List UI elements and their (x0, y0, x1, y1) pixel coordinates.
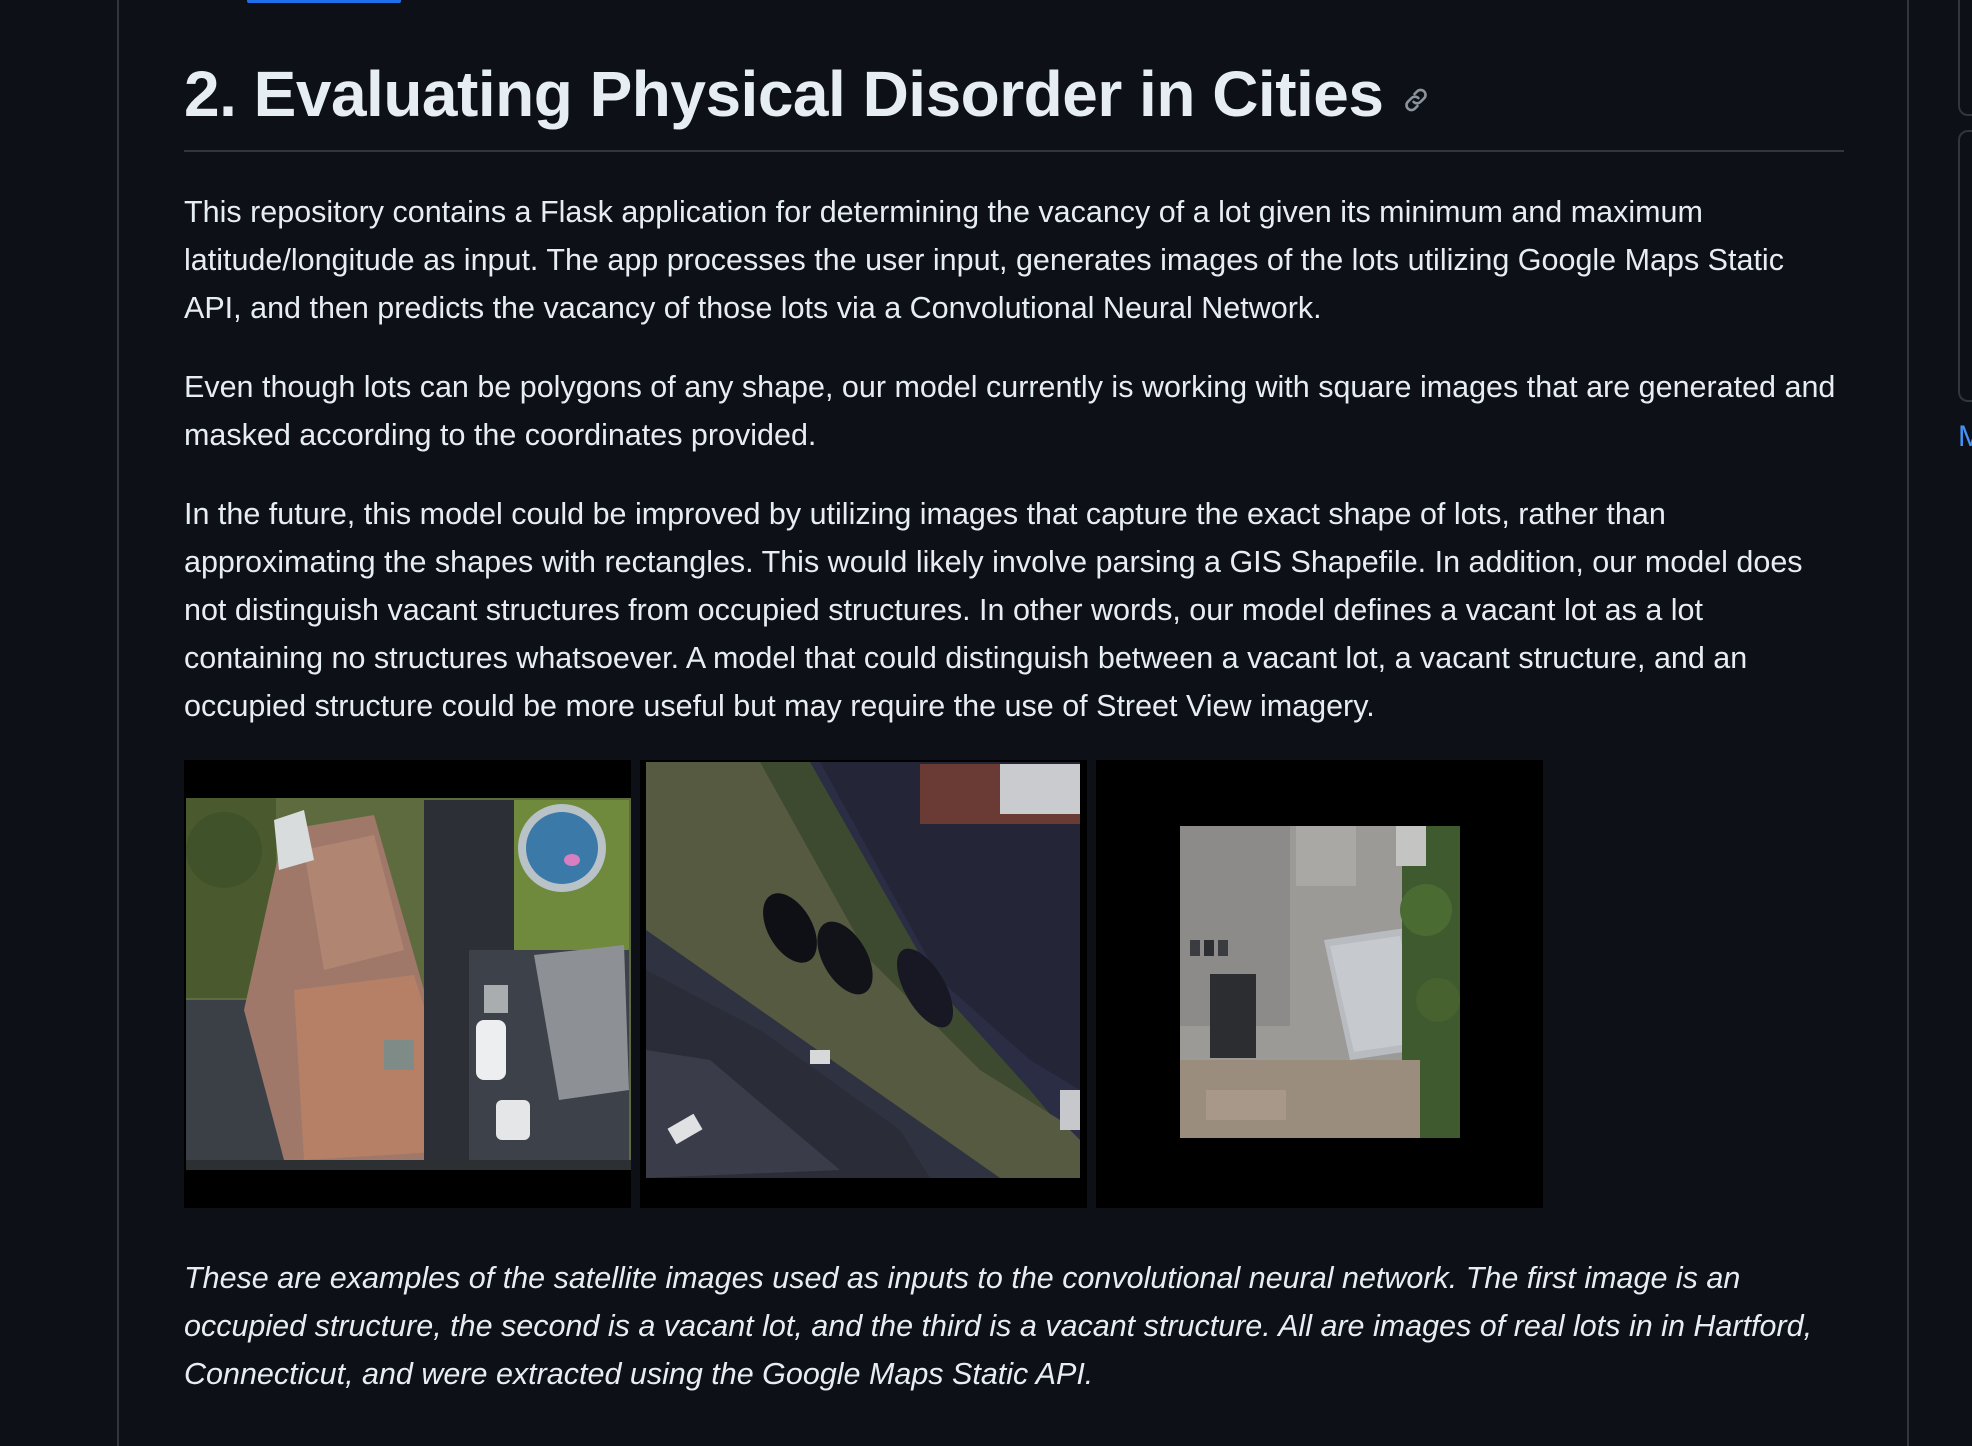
paragraph-future: In the future, this model could be impro… (184, 497, 1803, 723)
sidebar-panel (1958, 130, 1972, 402)
sidebar-panel-top (1958, 0, 1972, 116)
satellite-image-vacant-structure[interactable] (1096, 760, 1543, 1208)
paragraph-intro: This repository contains a Flask applica… (184, 195, 1784, 325)
link-icon[interactable] (1401, 85, 1431, 115)
section-heading-row: 2. Evaluating Physical Disorder in Citie… (184, 52, 1844, 136)
paragraph-shapes: Even though lots can be polygons of any … (184, 370, 1836, 452)
content-left-border (117, 0, 119, 1446)
satellite-image-vacant-lot[interactable] (640, 760, 1087, 1208)
heading-divider (184, 150, 1844, 152)
section-heading: 2. Evaluating Physical Disorder in Citie… (184, 58, 1384, 130)
readme-page: M 2. Evaluating Physical Disorder in Cit… (0, 0, 1972, 1446)
gallery-caption: These are examples of the satellite imag… (184, 1261, 1813, 1391)
content-right-border (1907, 0, 1909, 1446)
satellite-image-gallery (184, 760, 1844, 1208)
active-tab-indicator (247, 0, 401, 3)
markdown-body: 2. Evaluating Physical Disorder in Citie… (184, 52, 1844, 1398)
satellite-image-occupied-structure[interactable] (184, 760, 631, 1208)
sidebar-link[interactable]: M (1958, 420, 1972, 454)
